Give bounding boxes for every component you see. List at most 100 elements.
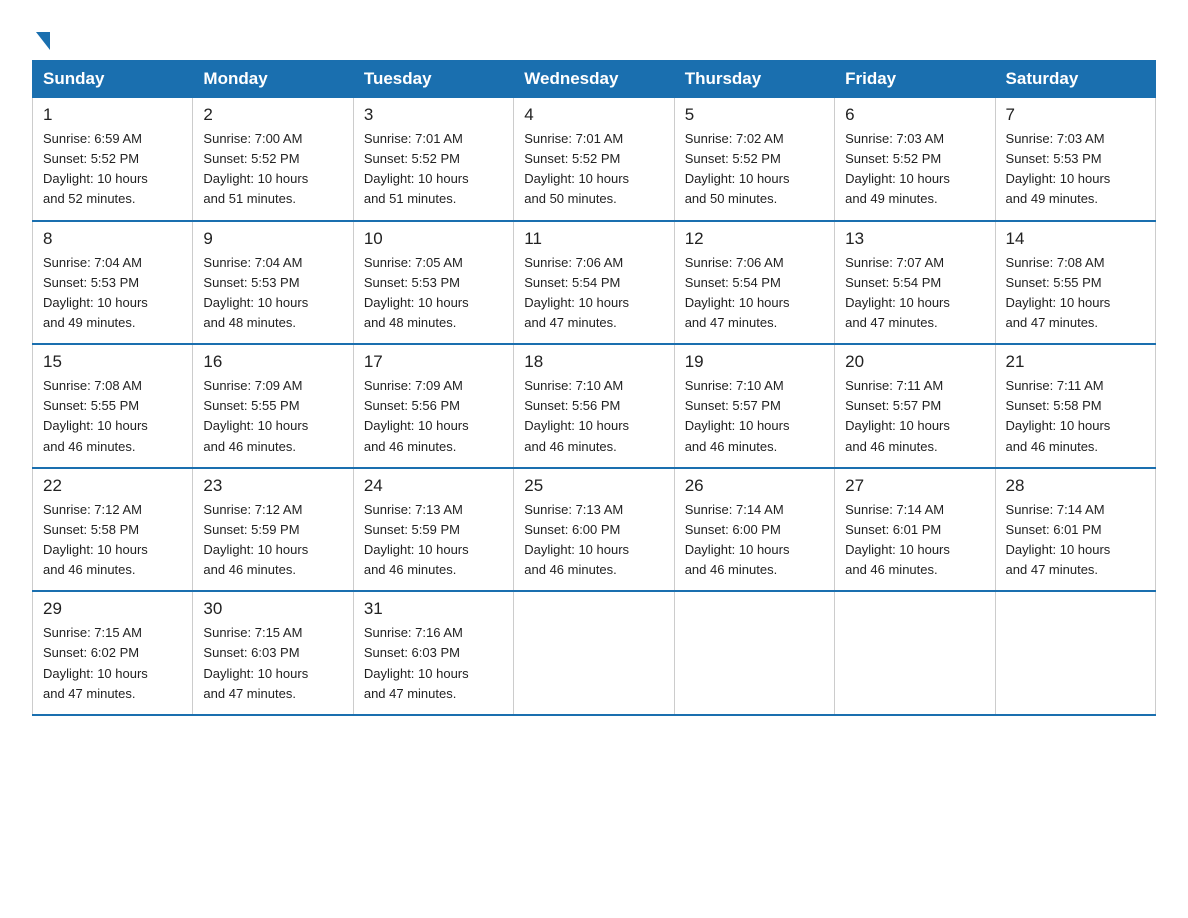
- calendar-week-row: 1 Sunrise: 6:59 AMSunset: 5:52 PMDaylight…: [33, 98, 1156, 221]
- calendar-cell: 14Sunrise: 7:08 AMSunset: 5:55 PMDayligh…: [995, 221, 1155, 345]
- day-number: 29: [43, 599, 182, 619]
- calendar-cell: 17 Sunrise: 7:09 AMSunset: 5:56 PMDayligh…: [353, 344, 513, 468]
- calendar-cell: 3 Sunrise: 7:01 AMSunset: 5:52 PMDaylight…: [353, 98, 513, 221]
- weekday-header-row: SundayMondayTuesdayWednesdayThursdayFrid…: [33, 61, 1156, 98]
- day-info: Sunrise: 7:14 AMSunset: 6:01 PMDaylight:…: [1006, 500, 1145, 581]
- day-number: 30: [203, 599, 342, 619]
- day-info: Sunrise: 7:06 AMSunset: 5:54 PMDaylight:…: [685, 253, 824, 334]
- calendar-cell: 1 Sunrise: 6:59 AMSunset: 5:52 PMDaylight…: [33, 98, 193, 221]
- calendar-cell: 18 Sunrise: 7:10 AMSunset: 5:56 PMDayligh…: [514, 344, 674, 468]
- day-number: 27: [845, 476, 984, 496]
- calendar-cell: 23Sunrise: 7:12 AMSunset: 5:59 PMDayligh…: [193, 468, 353, 592]
- page-header: [32, 24, 1156, 48]
- day-info: Sunrise: 7:14 AMSunset: 6:01 PMDaylight:…: [845, 500, 984, 581]
- calendar-cell: 31Sunrise: 7:16 AMSunset: 6:03 PMDayligh…: [353, 591, 513, 715]
- calendar-cell: 27 Sunrise: 7:14 AMSunset: 6:01 PMDayligh…: [835, 468, 995, 592]
- day-number: 9: [203, 229, 342, 249]
- calendar-cell: [995, 591, 1155, 715]
- calendar-cell: 24 Sunrise: 7:13 AMSunset: 5:59 PMDayligh…: [353, 468, 513, 592]
- day-number: 15: [43, 352, 182, 372]
- day-info: Sunrise: 7:04 AMSunset: 5:53 PMDaylight:…: [203, 253, 342, 334]
- day-number: 18: [524, 352, 663, 372]
- day-info: Sunrise: 7:06 AMSunset: 5:54 PMDaylight:…: [524, 253, 663, 334]
- day-number: 28: [1006, 476, 1145, 496]
- day-info: Sunrise: 7:13 AMSunset: 5:59 PMDaylight:…: [364, 500, 503, 581]
- day-number: 5: [685, 105, 824, 125]
- logo-arrow-icon: [36, 32, 50, 50]
- calendar-cell: 25 Sunrise: 7:13 AMSunset: 6:00 PMDayligh…: [514, 468, 674, 592]
- calendar-week-row: 15 Sunrise: 7:08 AMSunset: 5:55 PMDayligh…: [33, 344, 1156, 468]
- day-number: 11: [524, 229, 663, 249]
- calendar-cell: [674, 591, 834, 715]
- day-info: Sunrise: 7:00 AMSunset: 5:52 PMDaylight:…: [203, 129, 342, 210]
- day-info: Sunrise: 7:08 AMSunset: 5:55 PMDaylight:…: [43, 376, 182, 457]
- day-info: Sunrise: 7:14 AMSunset: 6:00 PMDaylight:…: [685, 500, 824, 581]
- day-number: 25: [524, 476, 663, 496]
- calendar-cell: 26 Sunrise: 7:14 AMSunset: 6:00 PMDayligh…: [674, 468, 834, 592]
- calendar-cell: 16Sunrise: 7:09 AMSunset: 5:55 PMDayligh…: [193, 344, 353, 468]
- day-number: 20: [845, 352, 984, 372]
- day-number: 31: [364, 599, 503, 619]
- calendar-week-row: 8 Sunrise: 7:04 AMSunset: 5:53 PMDaylight…: [33, 221, 1156, 345]
- logo-general: [32, 32, 50, 48]
- calendar-cell: 7 Sunrise: 7:03 AMSunset: 5:53 PMDaylight…: [995, 98, 1155, 221]
- day-info: Sunrise: 7:12 AMSunset: 5:58 PMDaylight:…: [43, 500, 182, 581]
- day-number: 22: [43, 476, 182, 496]
- calendar-cell: 4 Sunrise: 7:01 AMSunset: 5:52 PMDaylight…: [514, 98, 674, 221]
- weekday-header-wednesday: Wednesday: [514, 61, 674, 98]
- weekday-header-friday: Friday: [835, 61, 995, 98]
- calendar-cell: 12 Sunrise: 7:06 AMSunset: 5:54 PMDayligh…: [674, 221, 834, 345]
- day-number: 1: [43, 105, 182, 125]
- calendar-cell: 5 Sunrise: 7:02 AMSunset: 5:52 PMDaylight…: [674, 98, 834, 221]
- calendar-cell: 8Sunrise: 7:04 AMSunset: 5:53 PMDaylight…: [33, 221, 193, 345]
- day-number: 23: [203, 476, 342, 496]
- day-info: Sunrise: 7:10 AMSunset: 5:56 PMDaylight:…: [524, 376, 663, 457]
- day-number: 21: [1006, 352, 1145, 372]
- day-info: Sunrise: 7:11 AMSunset: 5:58 PMDaylight:…: [1006, 376, 1145, 457]
- day-number: 3: [364, 105, 503, 125]
- day-number: 8: [43, 229, 182, 249]
- day-number: 7: [1006, 105, 1145, 125]
- day-info: Sunrise: 7:01 AMSunset: 5:52 PMDaylight:…: [364, 129, 503, 210]
- calendar-cell: 11 Sunrise: 7:06 AMSunset: 5:54 PMDayligh…: [514, 221, 674, 345]
- calendar-cell: 19 Sunrise: 7:10 AMSunset: 5:57 PMDayligh…: [674, 344, 834, 468]
- day-info: Sunrise: 7:09 AMSunset: 5:55 PMDaylight:…: [203, 376, 342, 457]
- day-number: 13: [845, 229, 984, 249]
- day-number: 10: [364, 229, 503, 249]
- day-number: 12: [685, 229, 824, 249]
- calendar-cell: 29 Sunrise: 7:15 AMSunset: 6:02 PMDayligh…: [33, 591, 193, 715]
- day-info: Sunrise: 6:59 AMSunset: 5:52 PMDaylight:…: [43, 129, 182, 210]
- day-info: Sunrise: 7:13 AMSunset: 6:00 PMDaylight:…: [524, 500, 663, 581]
- day-info: Sunrise: 7:03 AMSunset: 5:53 PMDaylight:…: [1006, 129, 1145, 210]
- day-info: Sunrise: 7:09 AMSunset: 5:56 PMDaylight:…: [364, 376, 503, 457]
- calendar-cell: 20Sunrise: 7:11 AMSunset: 5:57 PMDayligh…: [835, 344, 995, 468]
- calendar-week-row: 22 Sunrise: 7:12 AMSunset: 5:58 PMDayligh…: [33, 468, 1156, 592]
- day-number: 17: [364, 352, 503, 372]
- calendar-cell: [514, 591, 674, 715]
- day-info: Sunrise: 7:02 AMSunset: 5:52 PMDaylight:…: [685, 129, 824, 210]
- day-number: 2: [203, 105, 342, 125]
- calendar-table: SundayMondayTuesdayWednesdayThursdayFrid…: [32, 60, 1156, 716]
- calendar-cell: 6Sunrise: 7:03 AMSunset: 5:52 PMDaylight…: [835, 98, 995, 221]
- calendar-cell: 15 Sunrise: 7:08 AMSunset: 5:55 PMDayligh…: [33, 344, 193, 468]
- day-number: 26: [685, 476, 824, 496]
- weekday-header-sunday: Sunday: [33, 61, 193, 98]
- calendar-cell: 30 Sunrise: 7:15 AMSunset: 6:03 PMDayligh…: [193, 591, 353, 715]
- day-number: 19: [685, 352, 824, 372]
- weekday-header-monday: Monday: [193, 61, 353, 98]
- day-info: Sunrise: 7:07 AMSunset: 5:54 PMDaylight:…: [845, 253, 984, 334]
- day-info: Sunrise: 7:15 AMSunset: 6:02 PMDaylight:…: [43, 623, 182, 704]
- calendar-cell: 22 Sunrise: 7:12 AMSunset: 5:58 PMDayligh…: [33, 468, 193, 592]
- weekday-header-thursday: Thursday: [674, 61, 834, 98]
- day-number: 24: [364, 476, 503, 496]
- calendar-cell: 13 Sunrise: 7:07 AMSunset: 5:54 PMDayligh…: [835, 221, 995, 345]
- day-info: Sunrise: 7:10 AMSunset: 5:57 PMDaylight:…: [685, 376, 824, 457]
- calendar-cell: [835, 591, 995, 715]
- day-info: Sunrise: 7:01 AMSunset: 5:52 PMDaylight:…: [524, 129, 663, 210]
- day-number: 4: [524, 105, 663, 125]
- day-info: Sunrise: 7:15 AMSunset: 6:03 PMDaylight:…: [203, 623, 342, 704]
- logo: [32, 32, 50, 48]
- calendar-cell: 28 Sunrise: 7:14 AMSunset: 6:01 PMDayligh…: [995, 468, 1155, 592]
- calendar-cell: 2 Sunrise: 7:00 AMSunset: 5:52 PMDaylight…: [193, 98, 353, 221]
- calendar-week-row: 29 Sunrise: 7:15 AMSunset: 6:02 PMDayligh…: [33, 591, 1156, 715]
